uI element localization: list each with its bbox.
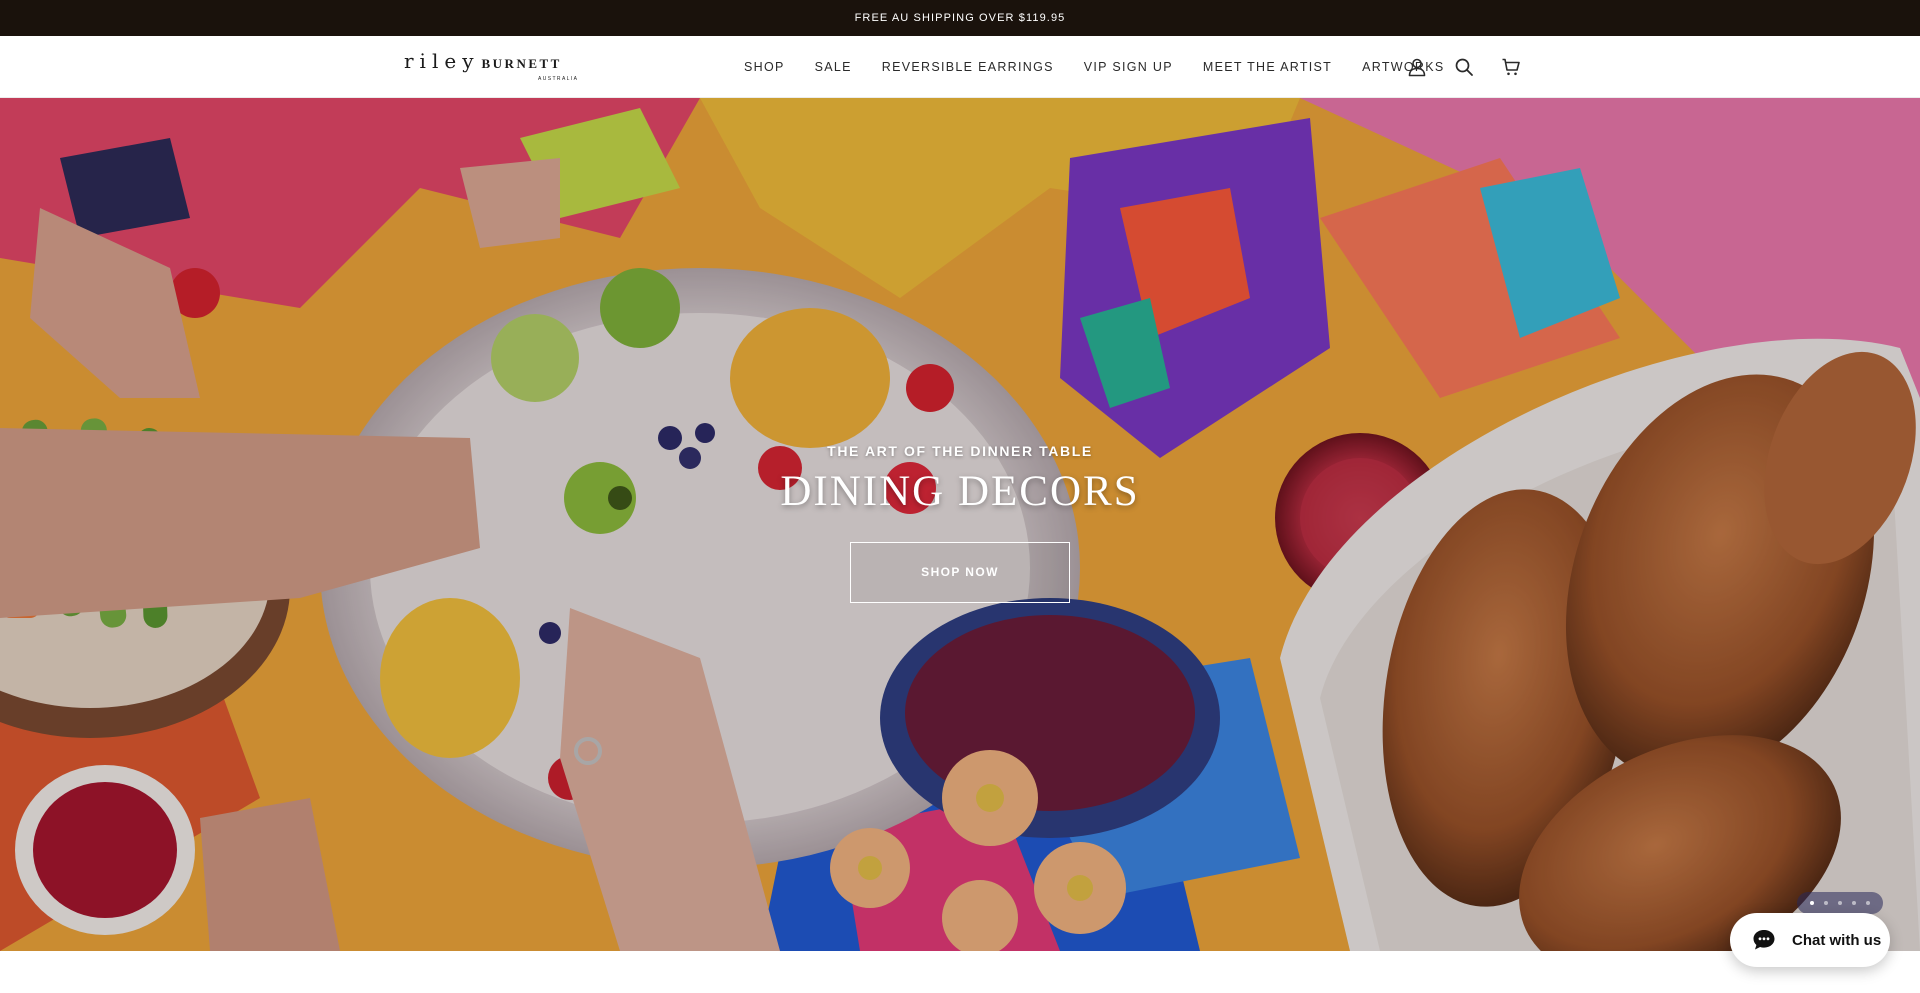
hero-content: THE ART OF THE DINNER TABLE DINING DECOR… bbox=[0, 443, 1920, 603]
chat-bubble-icon bbox=[1744, 920, 1784, 960]
logo-subtitle: AUSTRALIA bbox=[538, 76, 579, 82]
logo-wordmark: riley BURNETT bbox=[404, 49, 562, 73]
slider-dot-2[interactable] bbox=[1824, 901, 1828, 905]
hero-kicker: THE ART OF THE DINNER TABLE bbox=[827, 443, 1093, 459]
shop-now-button[interactable]: SHOP NOW bbox=[850, 542, 1070, 603]
nav-meet-the-artist[interactable]: MEET THE ARTIST bbox=[1203, 60, 1332, 74]
logo-riley-text: riley bbox=[404, 49, 480, 73]
hero-banner: THE ART OF THE DINNER TABLE DINING DECOR… bbox=[0, 98, 1920, 951]
slider-dot-5[interactable] bbox=[1866, 901, 1870, 905]
nav-sale[interactable]: SALE bbox=[815, 60, 852, 74]
brand-logo[interactable]: riley BURNETT AUSTRALIA bbox=[404, 49, 594, 85]
logo-burnett-text: BURNETT bbox=[481, 56, 562, 71]
nav-reversible-earrings[interactable]: REVERSIBLE EARRINGS bbox=[882, 60, 1054, 74]
slider-pagination bbox=[1797, 892, 1883, 914]
nav-vip-sign-up[interactable]: VIP SIGN UP bbox=[1084, 60, 1173, 74]
announcement-bar: FREE AU SHIPPING OVER $119.95 bbox=[0, 0, 1920, 36]
hero-title: DINING DECORS bbox=[780, 468, 1140, 515]
cart-icon[interactable] bbox=[1497, 53, 1525, 81]
nav-shop[interactable]: SHOP bbox=[744, 60, 785, 74]
chat-widget-button[interactable]: Chat with us bbox=[1730, 913, 1890, 967]
search-icon[interactable] bbox=[1450, 53, 1478, 81]
account-icon[interactable] bbox=[1403, 53, 1431, 81]
slider-dot-4[interactable] bbox=[1852, 901, 1856, 905]
site-header: riley BURNETT AUSTRALIA SHOP SALE REVERSI… bbox=[0, 36, 1920, 98]
slider-dot-1[interactable] bbox=[1810, 901, 1814, 905]
main-nav: SHOP SALE REVERSIBLE EARRINGS VIP SIGN U… bbox=[744, 36, 1445, 98]
chat-label: Chat with us bbox=[1792, 931, 1882, 949]
slider-dot-3[interactable] bbox=[1838, 901, 1842, 905]
header-icons bbox=[1403, 53, 1525, 81]
announcement-text: FREE AU SHIPPING OVER $119.95 bbox=[854, 12, 1066, 24]
